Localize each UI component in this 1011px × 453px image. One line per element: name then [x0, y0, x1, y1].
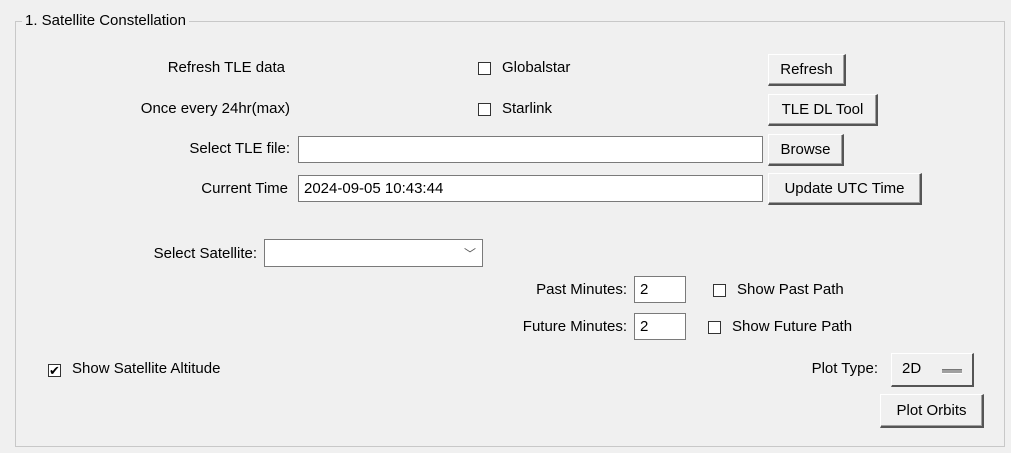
plot-type-value: 2D [902, 360, 922, 377]
plot-type-label: Plot Type: [811, 360, 878, 377]
current-time-input[interactable] [298, 175, 763, 202]
plot-orbits-button[interactable]: Plot Orbits [880, 394, 984, 428]
show-past-path-checkbox[interactable] [713, 284, 726, 297]
show-future-path-checkbox[interactable] [708, 321, 721, 334]
future-minutes-input[interactable] [634, 313, 686, 340]
past-minutes-label: Past Minutes: [536, 281, 627, 298]
current-time-label: Current Time [201, 180, 288, 197]
select-tle-file-label: Select TLE file: [189, 140, 290, 157]
chevron-down-icon[interactable]: ﹀ [464, 245, 476, 262]
select-satellite-label: Select Satellite: [153, 245, 257, 262]
show-altitude-checkbox[interactable]: ✔ [48, 364, 61, 377]
globalstar-checkbox[interactable] [478, 62, 491, 75]
browse-button[interactable]: Browse [768, 134, 844, 166]
past-minutes-input[interactable] [634, 276, 686, 303]
option-indicator-icon [942, 369, 962, 374]
globalstar-label: Globalstar [502, 59, 571, 76]
refresh-button[interactable]: Refresh [768, 54, 846, 86]
show-future-path-label: Show Future Path [732, 318, 853, 335]
satellite-constellation-frame [15, 21, 1005, 447]
frame-title: 1. Satellite Constellation [22, 12, 189, 29]
checkmark-icon: ✔ [49, 363, 60, 378]
tle-dl-tool-button[interactable]: TLE DL Tool [768, 94, 878, 126]
show-past-path-label: Show Past Path [737, 281, 844, 298]
tle-file-input[interactable] [298, 136, 763, 163]
future-minutes-label: Future Minutes: [522, 318, 627, 335]
satellite-combobox[interactable]: ﹀ [264, 239, 483, 267]
starlink-label: Starlink [502, 100, 553, 117]
show-altitude-label: Show Satellite Altitude [72, 360, 221, 377]
plot-type-optionmenu[interactable]: 2D [891, 353, 974, 387]
starlink-checkbox[interactable] [478, 103, 491, 116]
refresh-tle-label: Refresh TLE data [167, 59, 285, 76]
refresh-note-label: Once every 24hr(max) [140, 100, 290, 117]
update-utc-time-button[interactable]: Update UTC Time [768, 173, 922, 205]
